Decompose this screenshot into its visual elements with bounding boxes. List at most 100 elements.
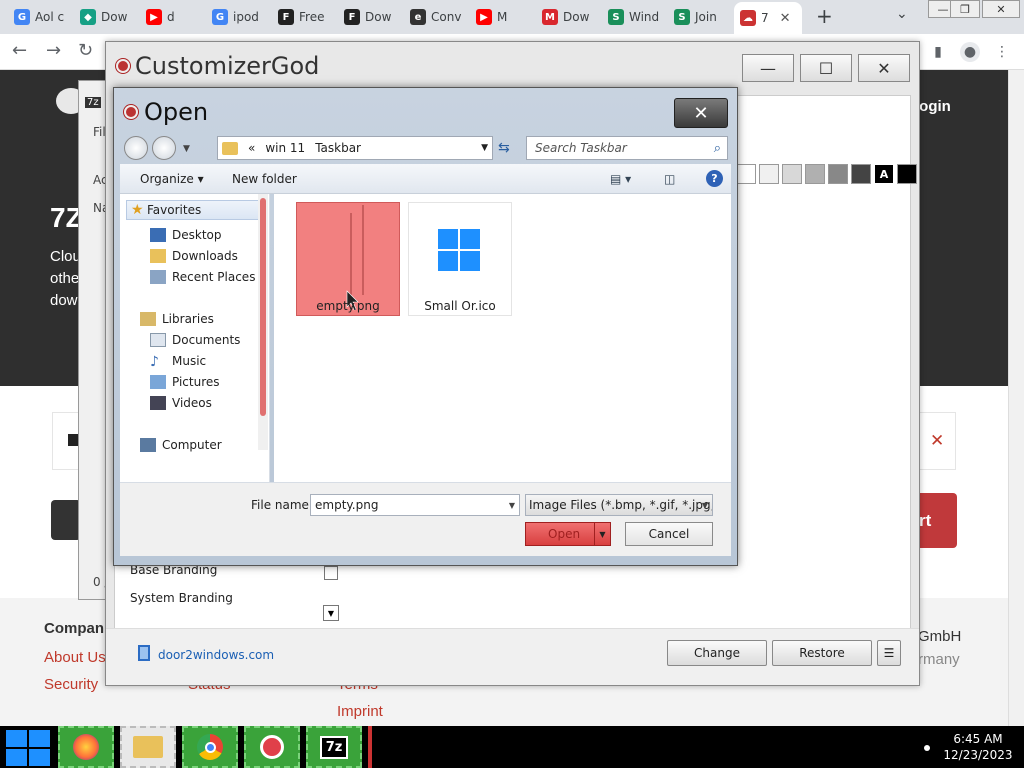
organize-button[interactable]: Organize ▾ bbox=[140, 172, 204, 186]
start-button[interactable]: rt bbox=[915, 493, 957, 548]
profile-icon[interactable]: ● bbox=[960, 42, 980, 62]
notification-dot-icon[interactable] bbox=[924, 745, 930, 751]
new-folder-button[interactable]: New folder bbox=[232, 172, 297, 186]
restore-button[interactable]: Restore bbox=[772, 640, 872, 666]
color-swatch[interactable] bbox=[759, 164, 779, 184]
reload-icon[interactable]: ↻ bbox=[78, 40, 93, 61]
menu-icon[interactable]: ⋮ bbox=[992, 42, 1012, 62]
browser-tab[interactable]: M Dow bbox=[536, 4, 598, 30]
change-view-icon[interactable]: ▤ ▾ bbox=[610, 172, 631, 186]
color-swatch[interactable] bbox=[828, 164, 848, 184]
breadcrumb-win11[interactable]: win 11 bbox=[265, 141, 305, 155]
color-swatch[interactable] bbox=[782, 164, 802, 184]
browser-tab[interactable]: ▶ d bbox=[140, 4, 202, 30]
dialog-close-button[interactable]: ✕ bbox=[674, 98, 728, 128]
preview-pane-icon[interactable]: ◫ bbox=[664, 172, 675, 186]
minimize-button[interactable]: — bbox=[742, 54, 794, 82]
browser-tab[interactable]: S Wind bbox=[602, 4, 664, 30]
tab-close-icon[interactable]: ✕ bbox=[780, 11, 791, 26]
footer-link-imprint[interactable]: Imprint bbox=[337, 703, 383, 720]
forward-button[interactable] bbox=[152, 136, 176, 160]
breadcrumb-taskbar[interactable]: Taskbar bbox=[315, 141, 361, 155]
back-icon[interactable]: ← bbox=[12, 40, 27, 61]
nav-favorites[interactable]: ★ Favorites bbox=[126, 200, 260, 220]
side-panel-icon[interactable]: ▮ bbox=[928, 42, 948, 62]
browser-tab[interactable]: ☁ 7 ✕ bbox=[734, 2, 802, 34]
footer-link-about[interactable]: About Us bbox=[44, 649, 106, 666]
downloads-icon bbox=[150, 249, 166, 263]
file-name-input[interactable]: empty.png ▼ bbox=[310, 494, 520, 516]
list-item-system-branding[interactable]: System Branding bbox=[130, 591, 233, 605]
help-icon[interactable]: ? bbox=[706, 170, 723, 187]
address-dropdown-icon[interactable]: ▼ bbox=[481, 143, 488, 153]
file-type-dropdown-icon[interactable]: ▼ bbox=[702, 501, 708, 510]
file-name-dropdown-icon[interactable]: ▼ bbox=[509, 501, 515, 510]
recent-locations-icon[interactable]: ▼ bbox=[183, 144, 190, 154]
file-explorer-icon[interactable] bbox=[120, 726, 176, 768]
nav-documents[interactable]: Documents bbox=[150, 333, 240, 347]
browser-tab[interactable]: F Free bbox=[272, 4, 334, 30]
file-item-empty-png[interactable]: empty.png bbox=[296, 202, 400, 316]
nav-libraries[interactable]: Libraries bbox=[140, 312, 214, 326]
color-swatch[interactable] bbox=[851, 164, 871, 184]
start-icon[interactable] bbox=[4, 729, 52, 767]
address-bar[interactable]: « win 11 Taskbar ▼ bbox=[217, 136, 493, 160]
browser-close-button[interactable]: ✕ bbox=[982, 0, 1020, 18]
refresh-icon[interactable]: ⇆ bbox=[498, 140, 510, 156]
sevenzip-menu-file[interactable]: Fil bbox=[93, 125, 106, 139]
browser-tab[interactable]: e Conv bbox=[404, 4, 466, 30]
forward-icon[interactable]: → bbox=[46, 40, 61, 61]
nav-music[interactable]: ♪ Music bbox=[150, 354, 206, 370]
nav-scrollbar-thumb[interactable] bbox=[260, 198, 266, 416]
page-scrollbar[interactable] bbox=[1008, 70, 1024, 726]
music-icon: ♪ bbox=[150, 354, 159, 370]
list-scroll-down-button[interactable]: ▼ bbox=[323, 605, 339, 621]
close-icon[interactable]: ✕ bbox=[930, 431, 944, 451]
close-button[interactable]: ✕ bbox=[858, 54, 910, 82]
color-swatch[interactable] bbox=[897, 164, 917, 184]
color-swatch[interactable]: A bbox=[874, 164, 894, 184]
menu-button[interactable]: ☰ bbox=[877, 640, 901, 666]
maximize-button[interactable]: ☐ bbox=[800, 54, 852, 82]
nav-desktop[interactable]: Desktop bbox=[150, 228, 222, 242]
browser-tab[interactable]: S Join bbox=[668, 4, 730, 30]
nav-pictures[interactable]: Pictures bbox=[150, 375, 220, 389]
command-bar: Organize ▾ New folder ▤ ▾ ◫ ? bbox=[120, 164, 731, 194]
browser-tab[interactable]: G Aol c bbox=[8, 4, 70, 30]
upload-button[interactable] bbox=[51, 500, 81, 540]
sevenzip-icon[interactable]: 7z bbox=[306, 726, 362, 768]
file-type-select[interactable]: Image Files (*.bmp, *.gif, *.jpg, ▼ bbox=[525, 494, 713, 516]
sevenzip-logo: 7z bbox=[85, 97, 101, 108]
color-swatch[interactable] bbox=[736, 164, 756, 184]
color-swatch[interactable] bbox=[805, 164, 825, 184]
firefox-icon[interactable] bbox=[58, 726, 114, 768]
footer-link-security[interactable]: Security bbox=[44, 676, 98, 693]
browser-tab[interactable]: Gipod bbox=[206, 4, 268, 30]
open-split-arrow-icon[interactable]: ▼ bbox=[594, 523, 610, 545]
search-input[interactable]: Search Taskbar ⌕ bbox=[526, 136, 728, 160]
tab-search-button[interactable]: ⌄ bbox=[896, 6, 908, 22]
recent-places-icon bbox=[150, 270, 166, 284]
search-icon[interactable]: ⌕ bbox=[714, 141, 721, 156]
customizergod-icon[interactable] bbox=[244, 726, 300, 768]
new-tab-button[interactable]: + bbox=[816, 4, 833, 28]
website-link[interactable]: door2windows.com bbox=[158, 648, 274, 662]
back-button[interactable] bbox=[124, 136, 148, 160]
list-scroll-box[interactable] bbox=[324, 566, 338, 580]
breadcrumb-chevron[interactable]: « bbox=[248, 141, 255, 155]
tab-label: Free bbox=[299, 10, 325, 24]
nav-videos[interactable]: Videos bbox=[150, 396, 212, 410]
nav-recent-places[interactable]: Recent Places bbox=[150, 270, 255, 284]
browser-tab[interactable]: ◆ Dow bbox=[74, 4, 136, 30]
taskbar-clock[interactable]: 6:45 AM 12/23/2023 bbox=[940, 731, 1016, 763]
nav-computer[interactable]: Computer bbox=[140, 438, 222, 452]
open-button[interactable]: Open ▼ bbox=[525, 522, 611, 546]
cancel-button[interactable]: Cancel bbox=[625, 522, 713, 546]
browser-maximize-button[interactable]: ❐ bbox=[950, 0, 980, 18]
browser-tab[interactable]: ▶ M bbox=[470, 4, 532, 30]
chrome-icon[interactable] bbox=[182, 726, 238, 768]
browser-tab[interactable]: F Dow bbox=[338, 4, 400, 30]
nav-downloads[interactable]: Downloads bbox=[150, 249, 238, 263]
file-item-small-or-ico[interactable]: Small Or.ico bbox=[408, 202, 512, 316]
change-button[interactable]: Change bbox=[667, 640, 767, 666]
